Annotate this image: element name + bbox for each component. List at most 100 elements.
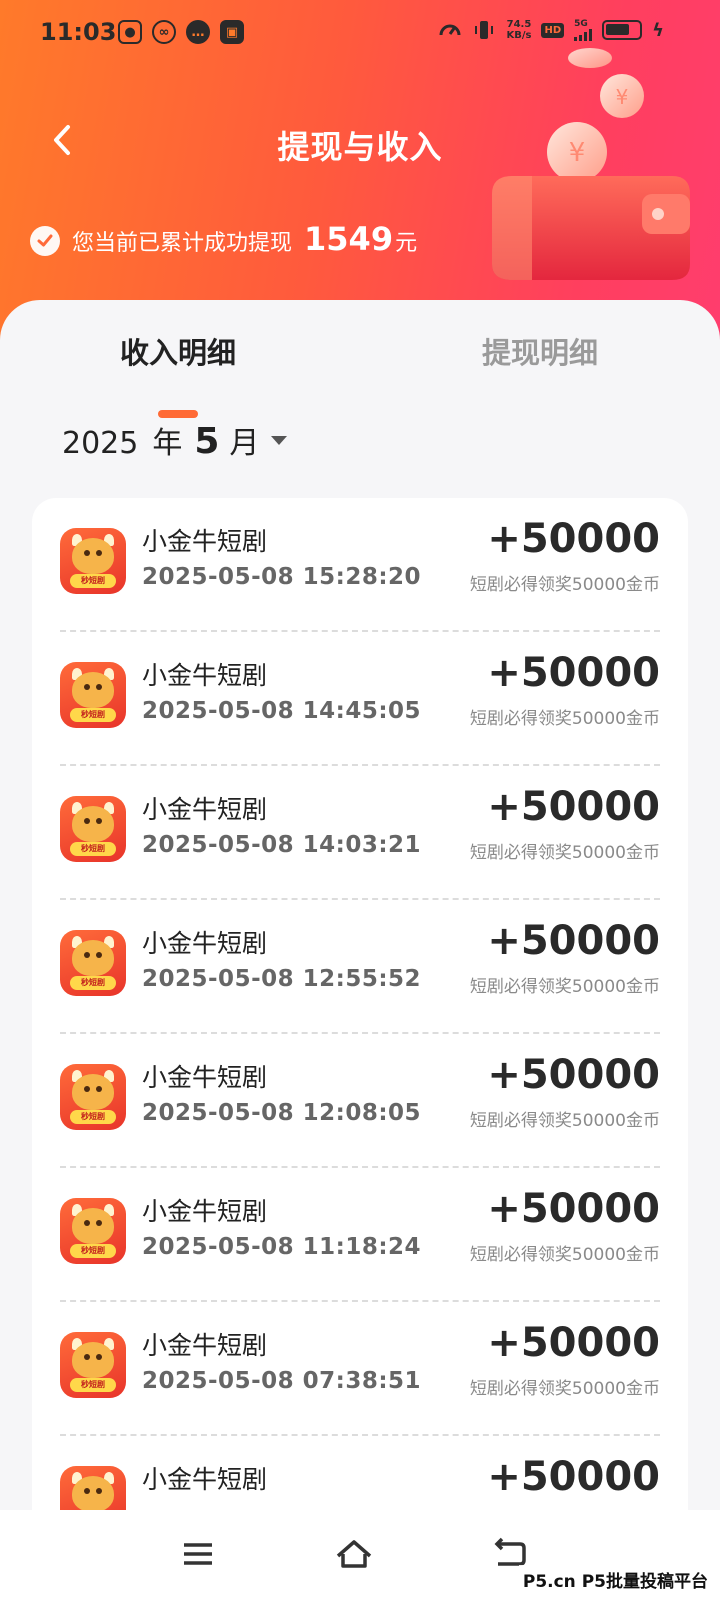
xiaojinniu-app-icon: 秒短剧 xyxy=(60,1332,126,1398)
app-icon-badge: 秒短剧 xyxy=(70,1110,116,1124)
income-record-row[interactable]: 秒短剧 小金牛短剧 2025-05-08 12:08:05 +50000 短剧必… xyxy=(32,1034,688,1168)
record-description: 短剧必得领奖50000金币 xyxy=(469,1111,660,1131)
bull-eye-right xyxy=(96,1086,102,1092)
content-panel: 收入明细 提现明细 2025 年 5 月 秒短剧 小金牛短剧 2025-05-0… xyxy=(0,300,720,1538)
tab-withdraw-details[interactable]: 提现明细 xyxy=(440,330,640,372)
app-icon-badge: 秒短剧 xyxy=(70,574,116,588)
record-description: 短剧必得领奖50000金币 xyxy=(469,977,660,997)
income-record-row[interactable]: 秒短剧 小金牛短剧 2025-05-08 12:55:52 +50000 短剧必… xyxy=(32,900,688,1034)
system-nav-bar: P5.cn P5批量投稿平台 xyxy=(0,1510,720,1600)
income-record-row[interactable]: 秒短剧 小金牛短剧 2025-05-08 11:18:24 +50000 短剧必… xyxy=(32,1168,688,1302)
income-records-list: 秒短剧 小金牛短剧 2025-05-08 15:28:20 +50000 短剧必… xyxy=(32,498,688,1538)
vibrate-icon xyxy=(475,21,494,39)
income-record-row[interactable]: 秒短剧 小金牛短剧 2025-05-08 14:03:21 +50000 短剧必… xyxy=(32,766,688,900)
record-source-name: 小金牛短剧 xyxy=(142,795,268,824)
hd-icon: HD xyxy=(541,22,565,38)
bull-eye-right xyxy=(96,1220,102,1226)
bull-face xyxy=(72,1342,114,1378)
app-icon-badge: 秒短剧 xyxy=(70,1244,116,1258)
record-timestamp: 2025-05-08 14:45:05 xyxy=(142,698,422,724)
record-amount: +50000 xyxy=(487,918,660,964)
record-timestamp: 2025-05-08 07:38:51 xyxy=(142,1368,422,1394)
bull-eye-left xyxy=(84,1086,90,1092)
record-amount: +50000 xyxy=(487,1320,660,1366)
bull-eye-left xyxy=(84,1354,90,1360)
net-speed-unit: KB/s xyxy=(506,30,532,41)
bull-eye-left xyxy=(84,684,90,690)
app-icon-badge: 秒短剧 xyxy=(70,976,116,990)
battery-icon xyxy=(602,20,643,40)
summary-amount: 1549 xyxy=(304,220,394,258)
tab-income-details[interactable]: 收入明细 xyxy=(78,330,278,372)
record-amount: +50000 xyxy=(487,784,660,830)
network-type: 5G xyxy=(574,18,588,29)
record-source-name: 小金牛短剧 xyxy=(142,1063,268,1092)
record-source-name: 小金牛短剧 xyxy=(142,661,268,690)
game-notification-icon: ▣ xyxy=(220,20,244,44)
income-record-row[interactable]: 秒短剧 小金牛短剧 2025-05-08 14:45:05 +50000 短剧必… xyxy=(32,632,688,766)
summary-text: 您当前已累计成功提现 xyxy=(72,231,293,256)
record-timestamp: 2025-05-08 12:08:05 xyxy=(142,1100,422,1126)
record-description: 短剧必得领奖50000金币 xyxy=(469,575,660,595)
xiaojinniu-app-icon: 秒短剧 xyxy=(60,528,126,594)
speedometer-icon xyxy=(439,24,461,36)
date-year-unit: 年 xyxy=(152,426,183,461)
record-amount: +50000 xyxy=(487,516,660,562)
record-source-name: 小金牛短剧 xyxy=(142,1197,268,1226)
bull-eye-right xyxy=(96,1354,102,1360)
bull-eye-right xyxy=(96,952,102,958)
app-icon-badge: 秒短剧 xyxy=(70,842,116,856)
record-amount: +50000 xyxy=(487,650,660,696)
home-icon[interactable] xyxy=(334,1534,374,1574)
active-tab-indicator xyxy=(158,410,198,418)
tab-bar: 收入明细 提现明细 xyxy=(0,330,720,418)
date-month: 5 xyxy=(194,421,220,462)
wechat-icon: ∞ xyxy=(152,20,176,44)
bull-eye-left xyxy=(84,952,90,958)
chat-bubble-icon: … xyxy=(186,20,210,44)
battery-level xyxy=(606,24,630,35)
record-amount: +50000 xyxy=(487,1454,660,1500)
bull-eye-left xyxy=(84,550,90,556)
bull-face xyxy=(72,1074,114,1110)
app-icon-badge: 秒短剧 xyxy=(70,1378,116,1392)
bull-face xyxy=(72,806,114,842)
status-time: 11:03 xyxy=(40,18,117,46)
bull-eye-left xyxy=(84,818,90,824)
summary-unit: 元 xyxy=(395,231,418,256)
record-description: 短剧必得领奖50000金币 xyxy=(469,709,660,729)
record-timestamp: 2025-05-08 11:18:24 xyxy=(142,1234,422,1260)
bull-eye-right xyxy=(96,818,102,824)
record-description: 短剧必得领奖50000金币 xyxy=(469,1245,660,1265)
bull-eye-left xyxy=(84,1220,90,1226)
wallet-coins-illustration: ¥ ¥ xyxy=(492,48,690,280)
record-amount: +50000 xyxy=(487,1052,660,1098)
date-year: 2025 xyxy=(62,426,139,461)
xiaojinniu-app-icon: 秒短剧 xyxy=(60,662,126,728)
record-timestamp: 2025-05-08 14:03:21 xyxy=(142,832,422,858)
check-circle-icon xyxy=(30,226,60,256)
record-source-name: 小金牛短剧 xyxy=(142,1465,268,1494)
app-icon-badge: 秒短剧 xyxy=(70,708,116,722)
record-source-name: 小金牛短剧 xyxy=(142,929,268,958)
net-speed: 74.5 KB/s xyxy=(506,19,531,41)
record-description: 短剧必得领奖50000金币 xyxy=(469,843,660,863)
signal-icon xyxy=(574,28,593,41)
record-description: 短剧必得领奖50000金币 xyxy=(469,1379,660,1399)
bull-face xyxy=(72,538,114,574)
withdraw-summary: 您当前已累计成功提现 1549 元 xyxy=(30,220,418,260)
xiaojinniu-app-icon: 秒短剧 xyxy=(60,930,126,996)
svg-text:¥: ¥ xyxy=(569,138,586,168)
xiaojinniu-app-icon: 秒短剧 xyxy=(60,1198,126,1264)
month-selector[interactable]: 2025 年 5 月 xyxy=(62,418,288,462)
bull-face xyxy=(72,1208,114,1244)
income-record-row[interactable]: 秒短剧 小金牛短剧 2025-05-08 15:28:20 +50000 短剧必… xyxy=(32,498,688,632)
record-amount: +50000 xyxy=(487,1186,660,1232)
income-record-row[interactable]: 秒短剧 小金牛短剧 2025-05-08 07:38:51 +50000 短剧必… xyxy=(32,1302,688,1436)
xiaojinniu-app-icon: 秒短剧 xyxy=(60,1064,126,1130)
bull-eye-right xyxy=(96,684,102,690)
menu-icon[interactable] xyxy=(178,1534,218,1574)
bull-face xyxy=(72,940,114,976)
app-notification-icon: ● xyxy=(118,20,142,44)
bull-eye-right xyxy=(96,1488,102,1494)
